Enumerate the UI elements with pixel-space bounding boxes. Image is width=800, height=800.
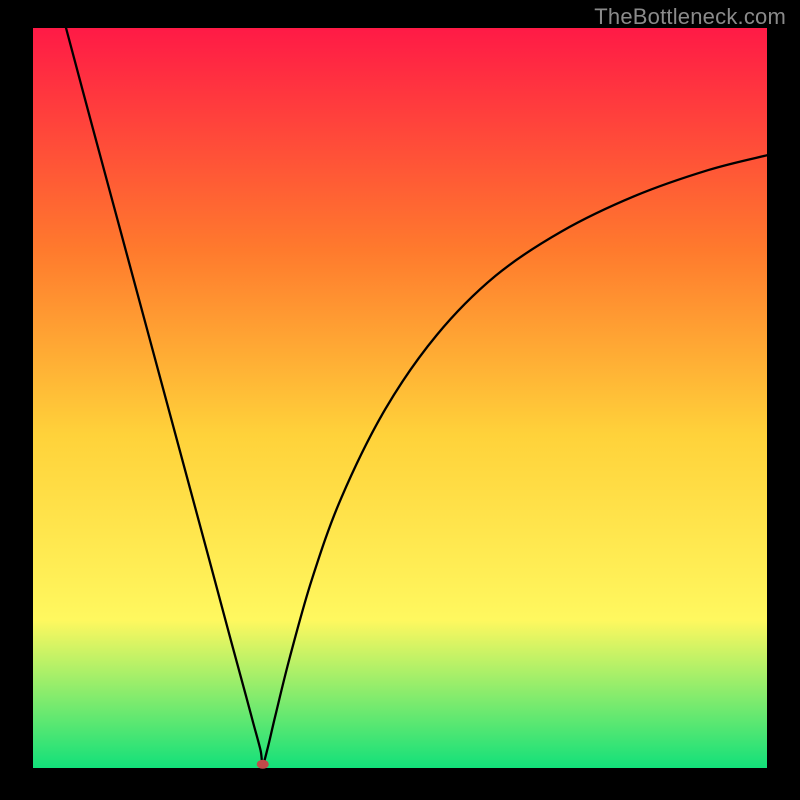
plot-area bbox=[33, 28, 767, 768]
bottleneck-chart bbox=[0, 0, 800, 800]
watermark-text: TheBottleneck.com bbox=[594, 4, 786, 30]
chart-container: TheBottleneck.com bbox=[0, 0, 800, 800]
minimum-marker bbox=[257, 760, 269, 769]
